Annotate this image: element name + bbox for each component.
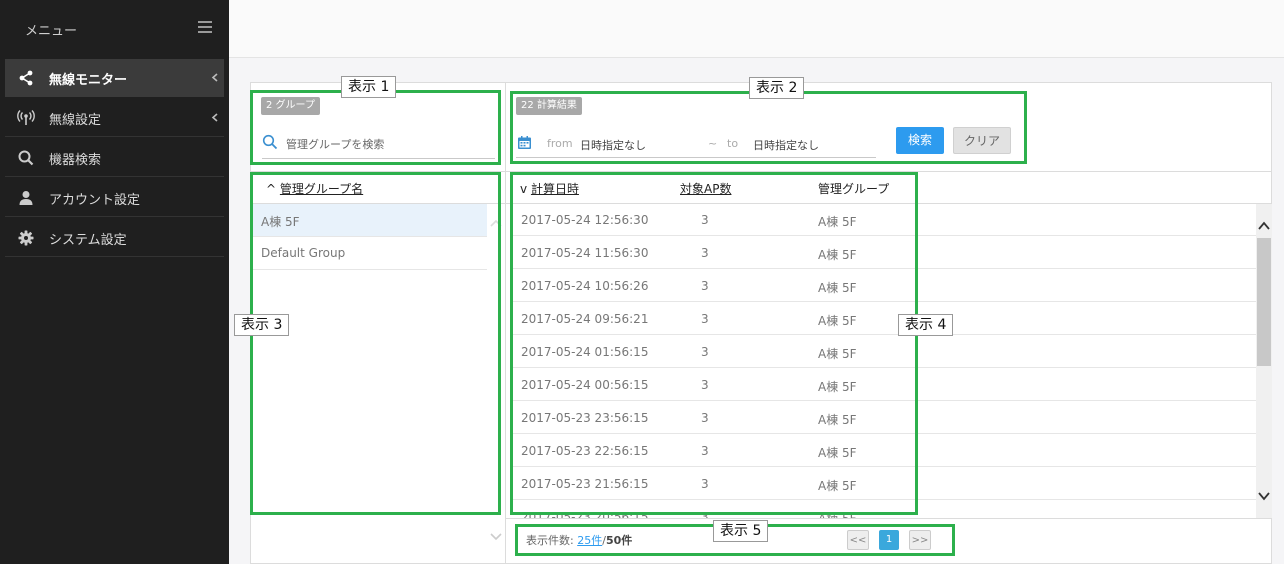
scrollbar-thumb[interactable]	[1257, 238, 1271, 366]
search-icon	[18, 150, 34, 166]
sidebar-item-wireless-monitor[interactable]: 無線モニター	[5, 59, 224, 97]
sidebar-item-account-settings[interactable]: アカウント設定	[5, 179, 224, 217]
sidebar-item-label: 無線設定	[49, 113, 102, 128]
sidebar: メニュー 無線モニター 無線設定 機器検索 アカウント設定 システム設定	[0, 0, 229, 564]
annotation-box-2	[510, 91, 1027, 164]
annotation-label-2: 表示 2	[749, 77, 805, 99]
annotation-label-3: 表示 3	[234, 314, 290, 336]
results-scrollbar[interactable]	[1256, 204, 1272, 518]
scroll-down-icon[interactable]	[1257, 490, 1271, 502]
annotation-box-4	[510, 172, 918, 515]
sidebar-item-device-search[interactable]: 機器検索	[5, 139, 224, 177]
annotation-label-5: 表示 5	[713, 520, 769, 542]
sidebar-item-label: 機器検索	[49, 153, 102, 168]
annotation-label-4: 表示 4	[898, 314, 954, 336]
annotation-label-1: 表示 1	[341, 76, 397, 98]
user-icon	[19, 191, 33, 205]
chevron-left-icon	[211, 113, 218, 122]
panel-divider	[505, 82, 506, 564]
sidebar-item-wireless-settings[interactable]: 無線設定	[5, 99, 224, 137]
group-scroll-down-icon[interactable]	[489, 532, 503, 542]
sidebar-item-system-settings[interactable]: システム設定	[5, 219, 224, 257]
scroll-up-icon[interactable]	[1257, 220, 1271, 232]
hamburger-menu-icon[interactable]	[198, 21, 212, 33]
antenna-icon	[17, 110, 35, 125]
gear-icon	[18, 230, 34, 246]
share-icon	[19, 70, 33, 86]
sidebar-item-label: アカウント設定	[49, 193, 141, 208]
menu-title: メニュー	[25, 24, 78, 39]
sidebar-item-label: システム設定	[49, 233, 127, 248]
footer-divider	[506, 518, 1271, 519]
annotation-box-1	[250, 90, 501, 165]
annotation-box-3	[250, 172, 501, 515]
chevron-left-icon	[211, 73, 218, 82]
top-header	[229, 0, 1284, 58]
sidebar-item-label: 無線モニター	[49, 73, 128, 88]
